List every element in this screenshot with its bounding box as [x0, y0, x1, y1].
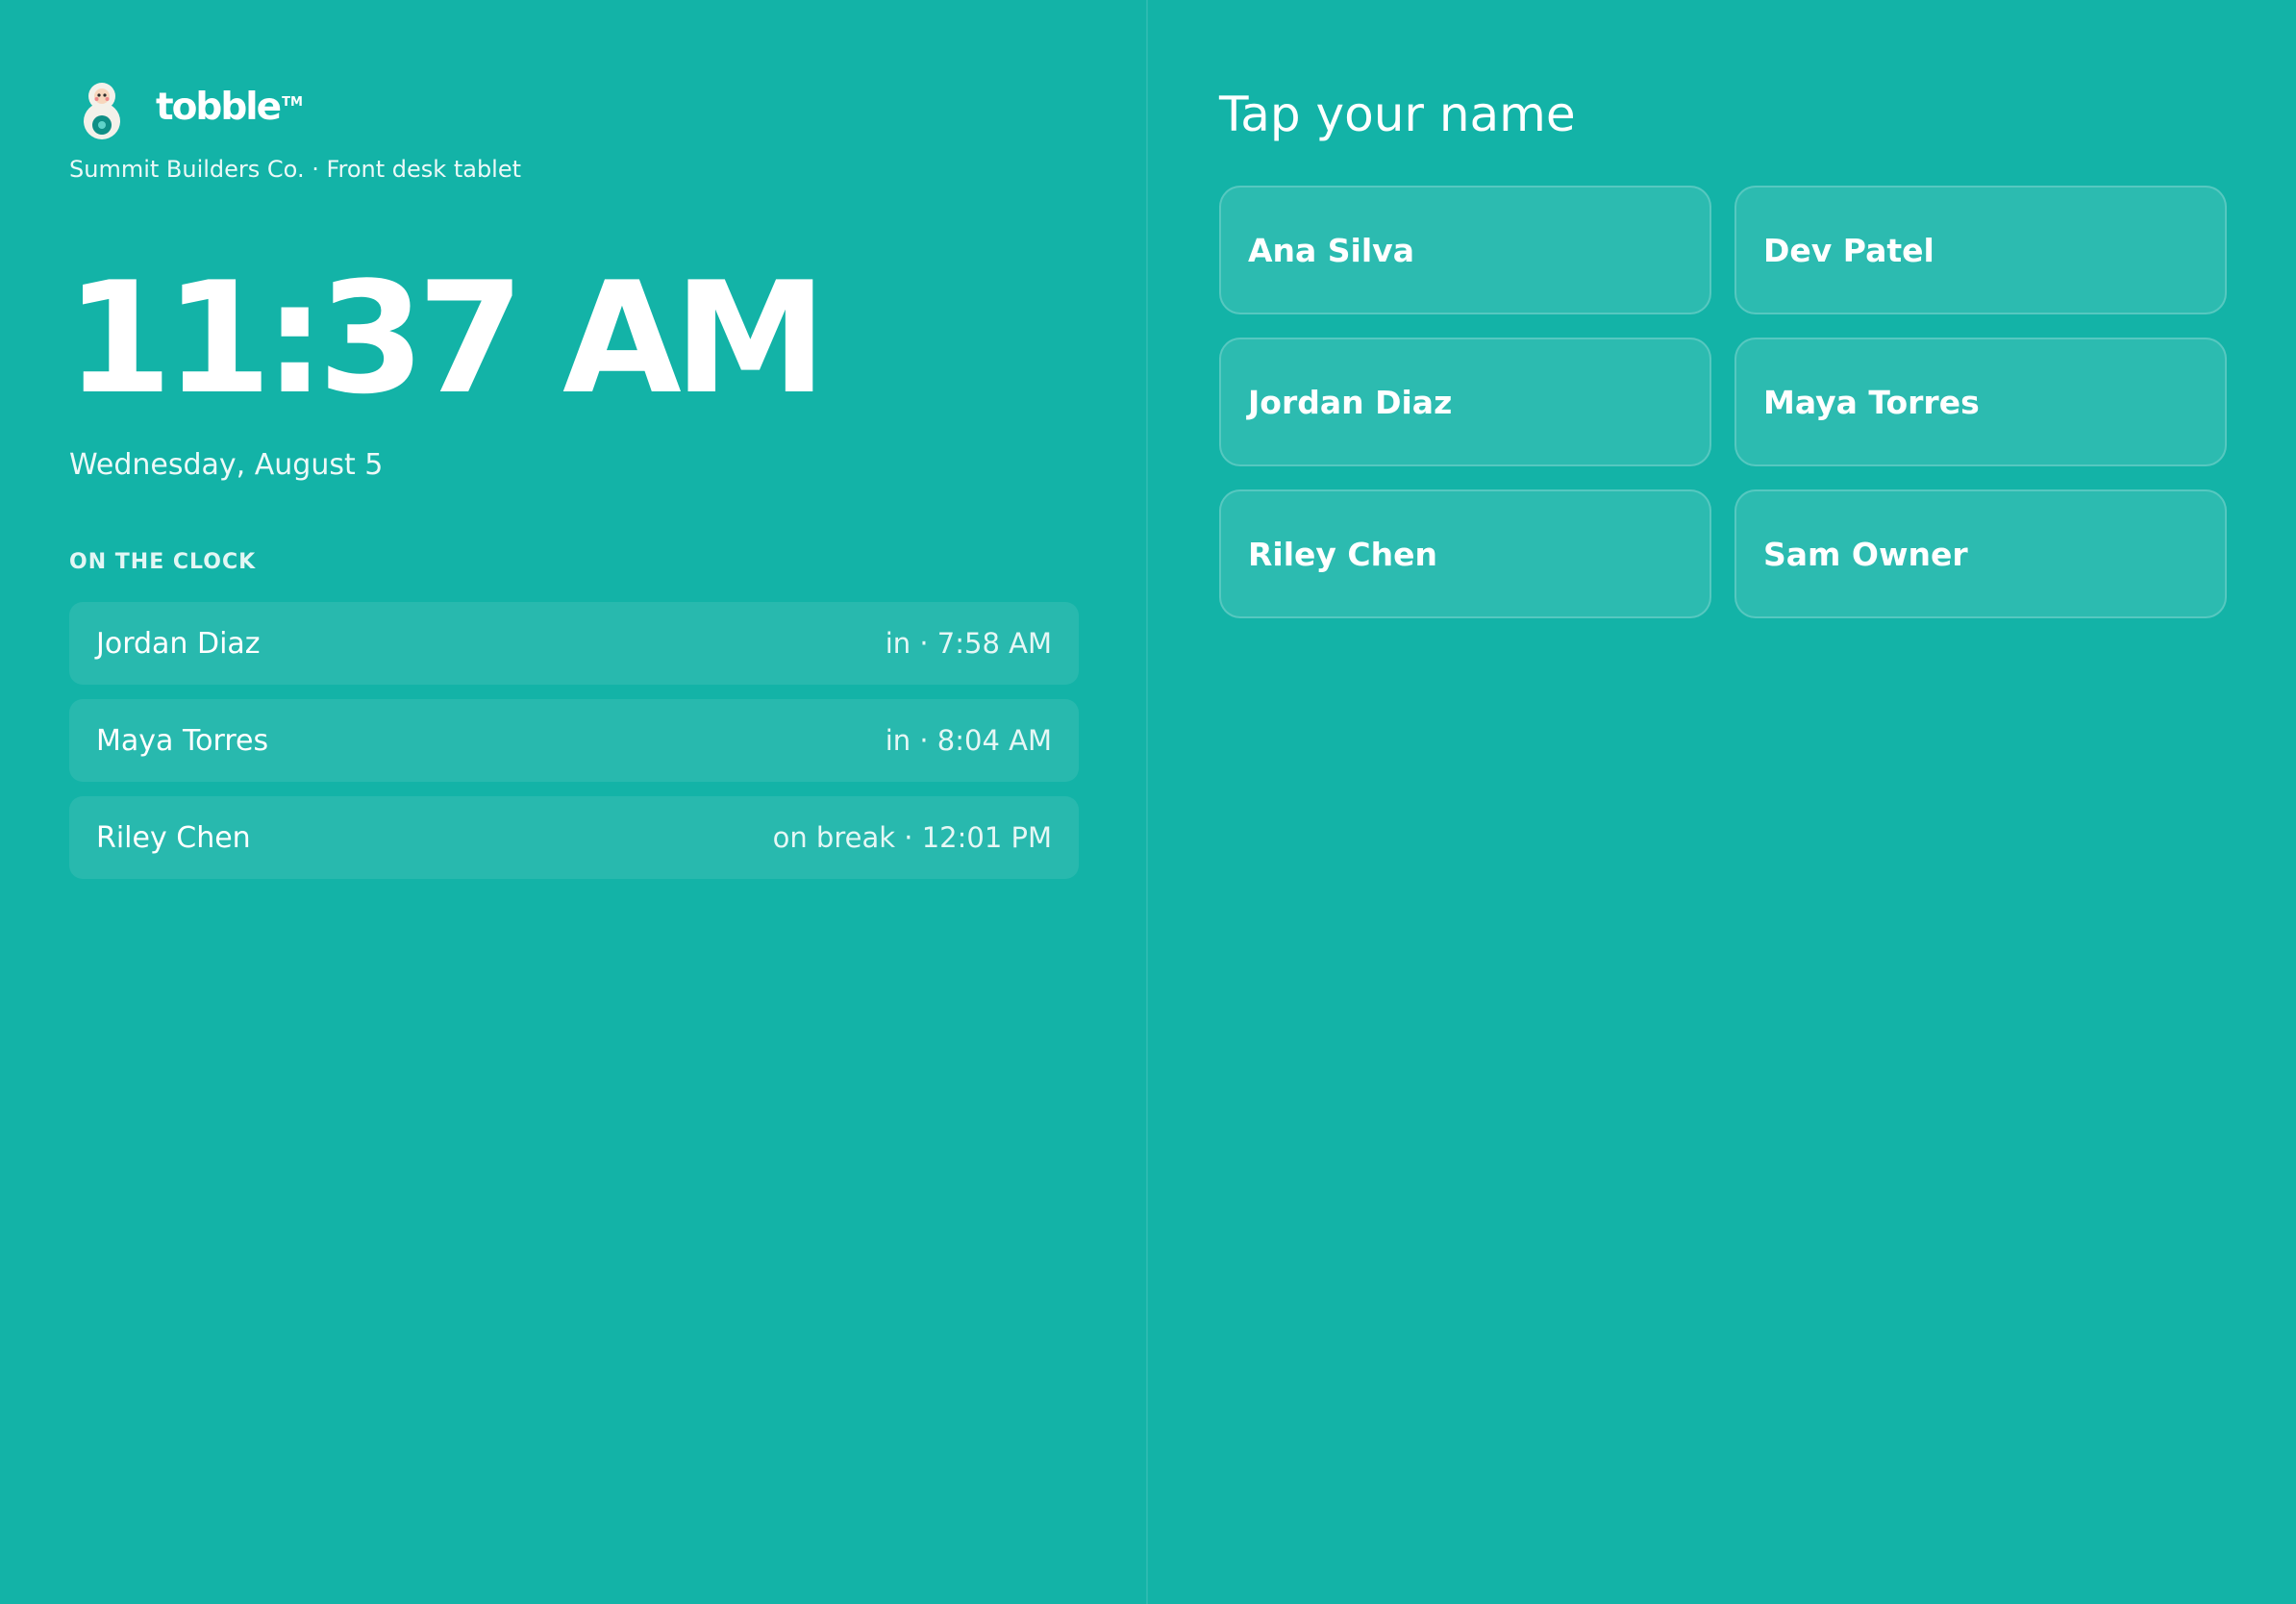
name-button-jordan-diaz[interactable]: Jordan Diaz	[1219, 338, 1711, 466]
on-the-clock-row: Maya Torres in · 8:04 AM	[69, 699, 1079, 782]
on-the-clock-heading: ON THE CLOCK	[69, 550, 257, 574]
name-button-ana-silva[interactable]: Ana Silva	[1219, 186, 1711, 314]
employee-status: in · 8:04 AM	[885, 724, 1052, 757]
brand-wordmark: tobble TM	[156, 85, 303, 129]
name-button-maya-torres[interactable]: Maya Torres	[1734, 338, 2227, 466]
employee-name: Riley Chen	[96, 820, 251, 855]
name-button-dev-patel[interactable]: Dev Patel	[1734, 186, 2227, 314]
on-the-clock-list: Jordan Diaz in · 7:58 AM Maya Torres in …	[69, 602, 1079, 893]
employee-status: in · 7:58 AM	[885, 627, 1052, 660]
name-button-grid: Ana Silva Dev Patel Jordan Diaz Maya Tor…	[1219, 186, 2227, 618]
name-button-sam-owner[interactable]: Sam Owner	[1734, 489, 2227, 618]
trademark-mark: TM	[282, 94, 303, 110]
on-the-clock-row: Riley Chen on break · 12:01 PM	[69, 796, 1079, 879]
name-picker-panel: Tap your name Ana Silva Dev Patel Jordan…	[1150, 0, 2296, 1604]
current-date: Wednesday, August 5	[69, 448, 384, 482]
status-panel: tobble TM Summit Builders Co. · Front des…	[0, 0, 1148, 1604]
matryoshka-mascot-icon	[84, 83, 120, 139]
employee-name: Jordan Diaz	[96, 626, 261, 661]
brand: tobble TM	[79, 79, 303, 140]
on-the-clock-row: Jordan Diaz in · 7:58 AM	[69, 602, 1079, 685]
current-time: 11:37 AM	[65, 248, 827, 428]
employee-status: on break · 12:01 PM	[772, 821, 1052, 854]
employee-name: Maya Torres	[96, 723, 269, 758]
kiosk-app: tobble TM Summit Builders Co. · Front des…	[0, 0, 2296, 1604]
tap-your-name-title: Tap your name	[1219, 87, 1576, 142]
org-subtitle: Summit Builders Co. · Front desk tablet	[69, 156, 522, 183]
name-button-riley-chen[interactable]: Riley Chen	[1219, 489, 1711, 618]
